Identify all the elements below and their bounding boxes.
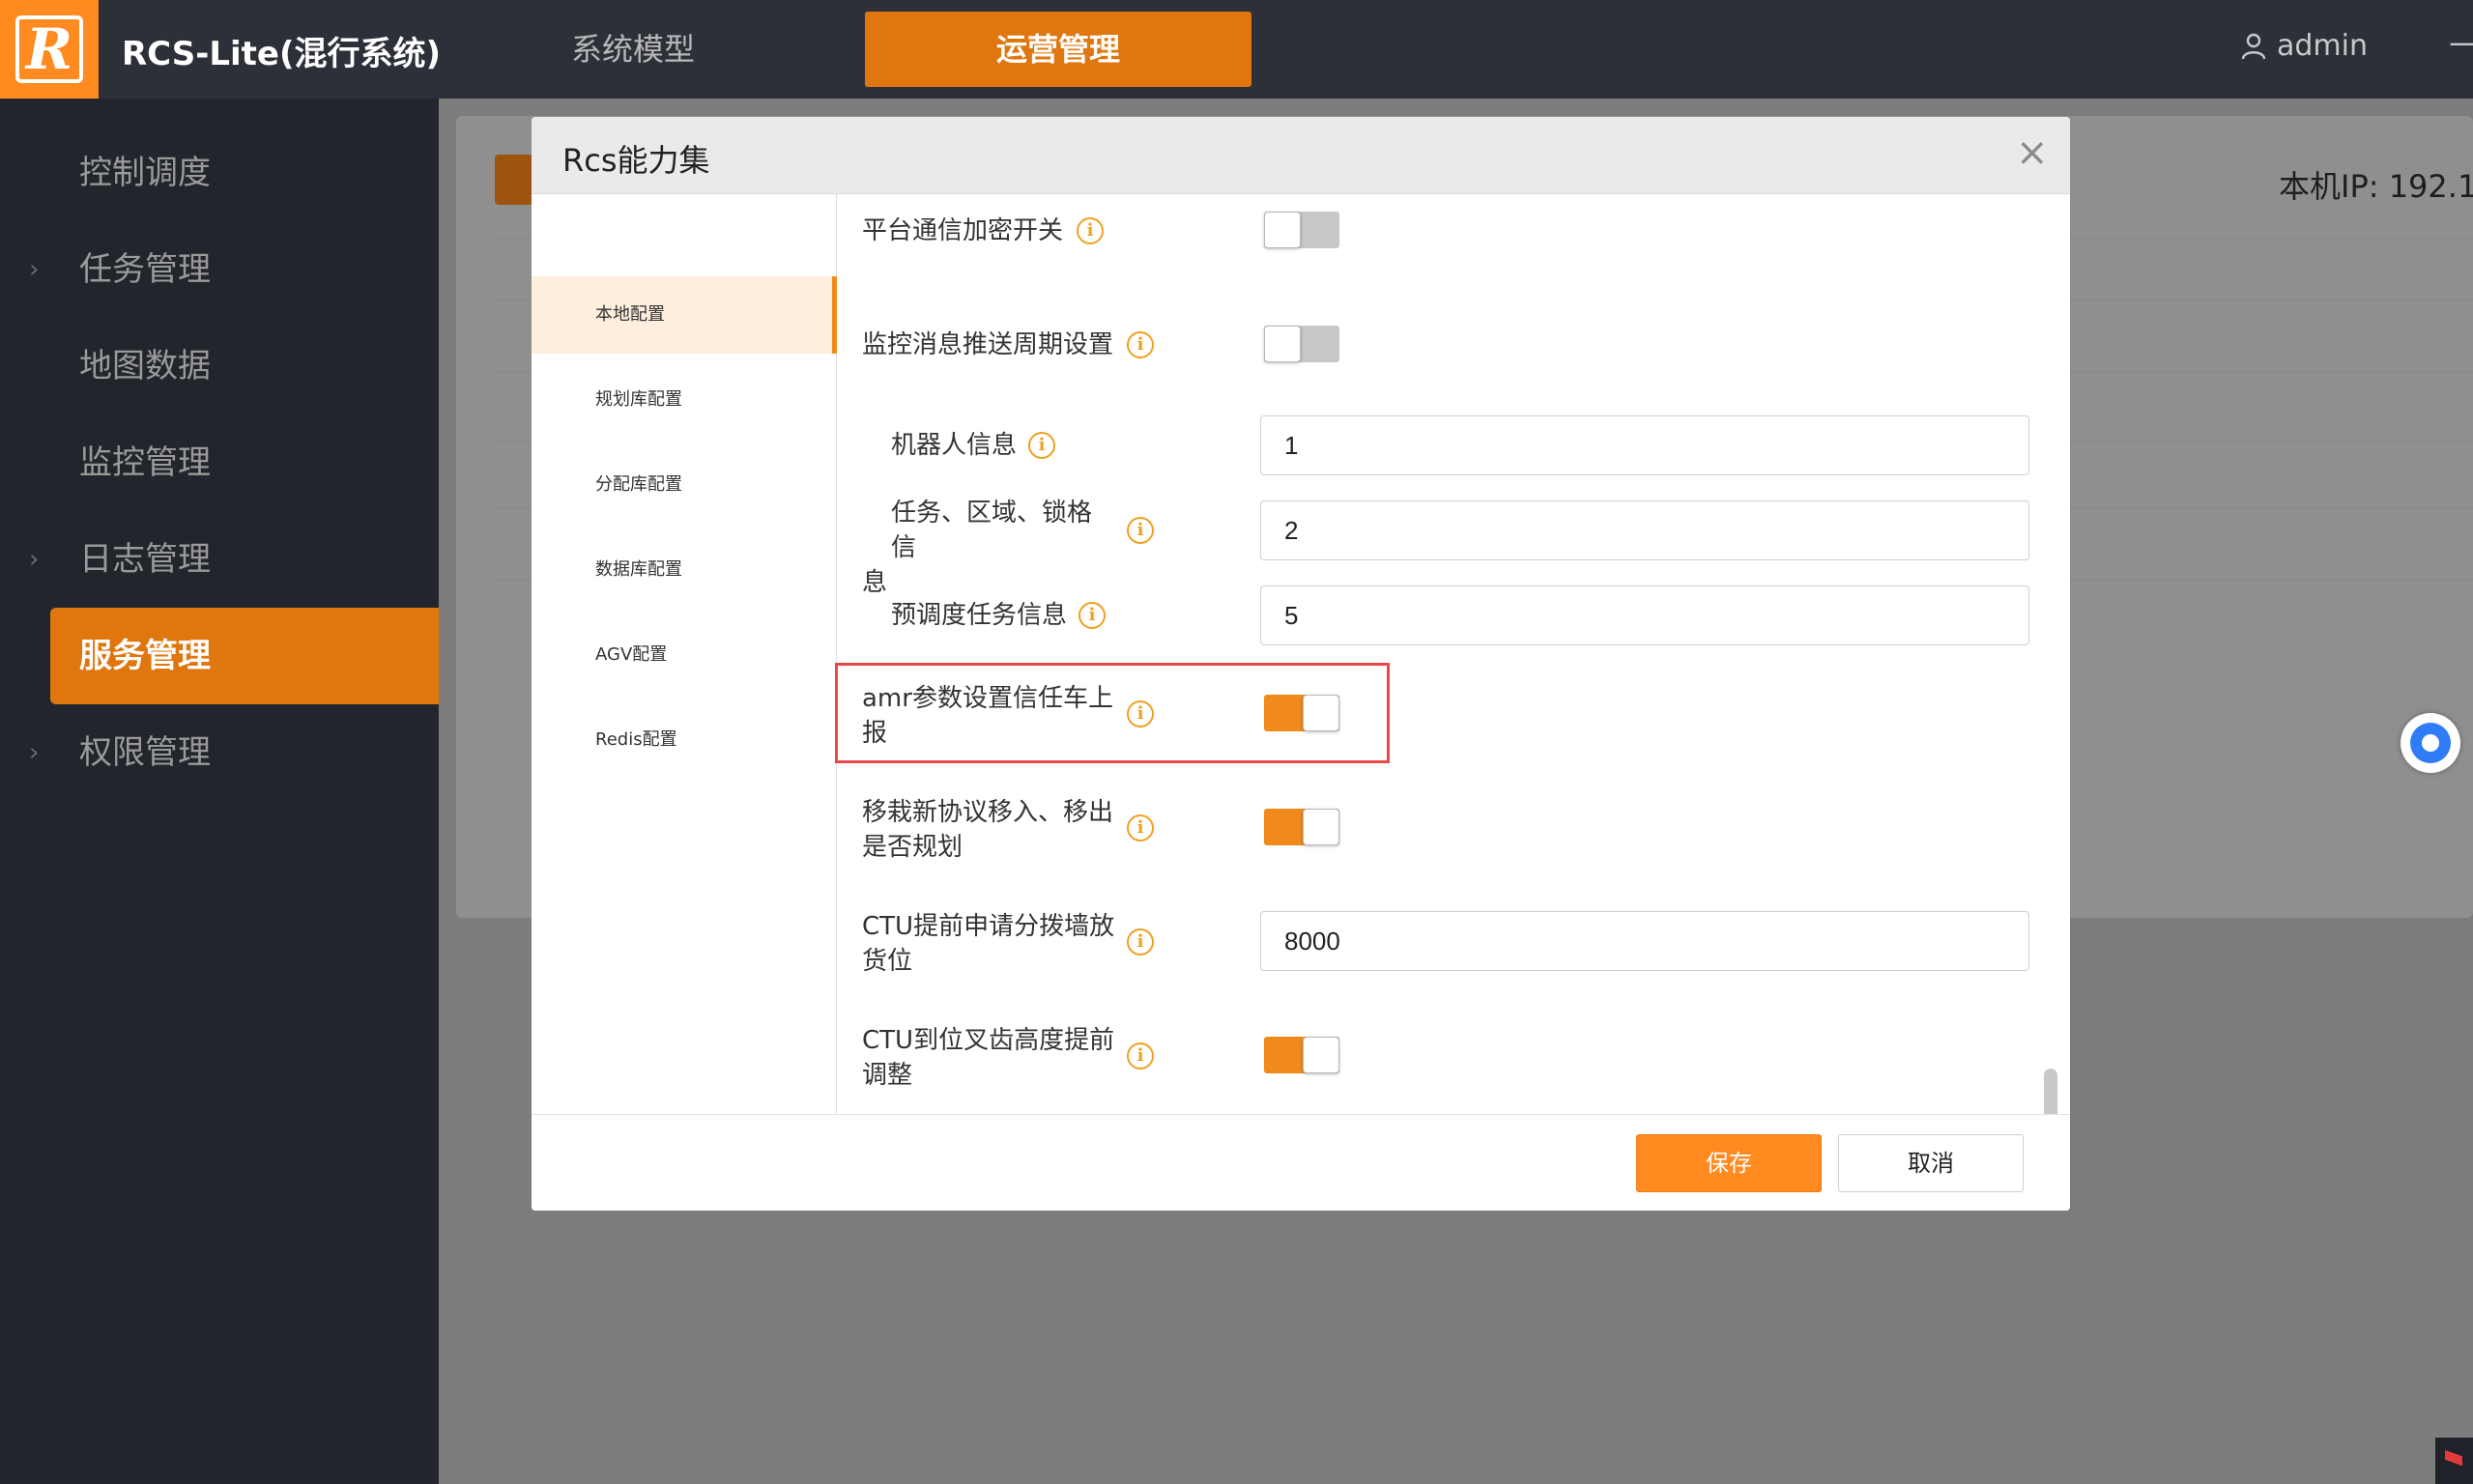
menu-item-redis-config[interactable]: Redis配置 [532, 701, 837, 779]
menu-item-database-config[interactable]: 数据库配置 [532, 531, 837, 609]
menu-item-agv-config[interactable]: AGV配置 [532, 616, 837, 694]
minimize-button[interactable]: — [2449, 23, 2473, 62]
new-protocol-toggle[interactable] [1264, 809, 1339, 845]
chevron-right-icon: › [29, 738, 40, 767]
chat-float-button[interactable] [2401, 713, 2460, 773]
info-icon[interactable]: i [1077, 217, 1104, 244]
highlight-outline [835, 663, 1390, 763]
close-icon[interactable]: × [2016, 130, 2049, 175]
sidebar-item-task-management[interactable]: › 任务管理 [0, 221, 439, 318]
sidebar-item-label: 服务管理 [79, 637, 211, 675]
ctu-fork-toggle[interactable] [1264, 1037, 1339, 1073]
tab-system-model[interactable]: 系统模型 [541, 12, 725, 87]
task-area-lock-input[interactable]: 2 [1260, 500, 2029, 560]
sidebar-item-label: 地图数据 [79, 347, 211, 385]
label-line: CTU提前申请分拨墙放 [862, 912, 1115, 941]
info-icon[interactable]: i [1028, 432, 1055, 459]
sidebar-item-control-dispatch[interactable]: 控制调度 [0, 125, 439, 221]
menu-item-allocation-lib-config[interactable]: 分配库配置 [532, 446, 837, 524]
encrypt-toggle[interactable] [1264, 212, 1339, 248]
info-icon[interactable]: i [1078, 602, 1106, 629]
menu-item-local-config[interactable]: 本地配置 [532, 276, 837, 354]
logo-icon: R [15, 15, 83, 83]
info-icon[interactable]: i [1127, 814, 1154, 842]
sidebar-item-label: 日志管理 [79, 540, 211, 579]
tab-operations[interactable]: 运营管理 [865, 12, 1251, 87]
chevron-right-icon: › [29, 545, 40, 574]
sidebar-item-map-data[interactable]: 地图数据 [0, 318, 439, 414]
local-ip-text: 本机IP: 192.16 [2279, 168, 2473, 205]
label-line: 移栽新协议移入、移出 [862, 798, 1114, 827]
top-bar: R RCS-Lite(混行系统) 系统模型 运营管理 admin — [0, 0, 2473, 99]
sidebar-item-service-management[interactable]: 服务管理 [50, 608, 439, 704]
dialog-footer: 保存 取消 [532, 1114, 2070, 1211]
sidebar-item-label: 权限管理 [79, 733, 211, 772]
user-menu[interactable]: admin [2240, 29, 2368, 63]
label-line: 货位 [862, 947, 913, 976]
label-line: 是否规划 [862, 833, 963, 862]
sidebar-item-label: 任务管理 [79, 250, 211, 289]
task-area-lock-label: 任务、区域、锁格信 息 [862, 496, 1094, 600]
label-line: 调整 [862, 1061, 913, 1090]
menu-item-planning-lib-config[interactable]: 规划库配置 [532, 361, 837, 439]
user-name: admin [2277, 29, 2368, 63]
dialog-title: Rcs能力集 [562, 142, 710, 179]
label-line: 任务、区域、锁格信 [891, 499, 1093, 562]
info-icon[interactable]: i [1127, 1042, 1154, 1070]
encrypt-switch-label: 平台通信加密开关 [862, 216, 1064, 245]
ctu-apply-label: CTU提前申请分拨墙放 货位 [862, 909, 1123, 979]
app-logo: R [0, 0, 99, 99]
sidebar-item-log-management[interactable]: › 日志管理 [0, 511, 439, 608]
robot-info-label: 机器人信息 [891, 431, 1018, 460]
push-period-toggle[interactable] [1264, 326, 1339, 362]
app-title: RCS-Lite(混行系统) [122, 35, 442, 73]
label-line: 息 [862, 568, 888, 597]
robot-info-input[interactable]: 1 [1260, 415, 2029, 475]
dialog-header: Rcs能力集 × [532, 117, 2070, 194]
info-icon[interactable]: i [1127, 517, 1154, 544]
label-line: CTU到位叉齿高度提前 [862, 1026, 1115, 1055]
sidebar-item-label: 监控管理 [79, 443, 211, 482]
user-icon [2241, 33, 2266, 59]
corner-flag-icon [2435, 1438, 2473, 1484]
sidebar-item-label: 控制调度 [79, 154, 211, 192]
cancel-button[interactable]: 取消 [1838, 1134, 2024, 1192]
chat-bubble-icon [2410, 723, 2451, 763]
new-protocol-label: 移栽新协议移入、移出 是否规划 [862, 795, 1123, 865]
chevron-right-icon: › [29, 255, 40, 284]
background-action-button [495, 155, 533, 205]
info-icon[interactable]: i [1127, 331, 1154, 358]
pre-dispatch-input[interactable]: 5 [1260, 585, 2029, 645]
ctu-fork-label: CTU到位叉齿高度提前 调整 [862, 1023, 1123, 1093]
pre-dispatch-label: 预调度任务信息 [891, 601, 1068, 630]
info-icon[interactable]: i [1127, 928, 1154, 956]
ctu-apply-input[interactable]: 8000 [1260, 911, 2029, 971]
sidebar: 控制调度 › 任务管理 地图数据 监控管理 › 日志管理 服务管理 › 权限管理 [0, 99, 439, 1484]
push-period-switch-label: 监控消息推送周期设置 [862, 330, 1114, 359]
sidebar-item-permission-management[interactable]: › 权限管理 [0, 704, 439, 801]
save-button[interactable]: 保存 [1636, 1134, 1822, 1192]
sidebar-item-monitor-management[interactable]: 监控管理 [0, 414, 439, 511]
